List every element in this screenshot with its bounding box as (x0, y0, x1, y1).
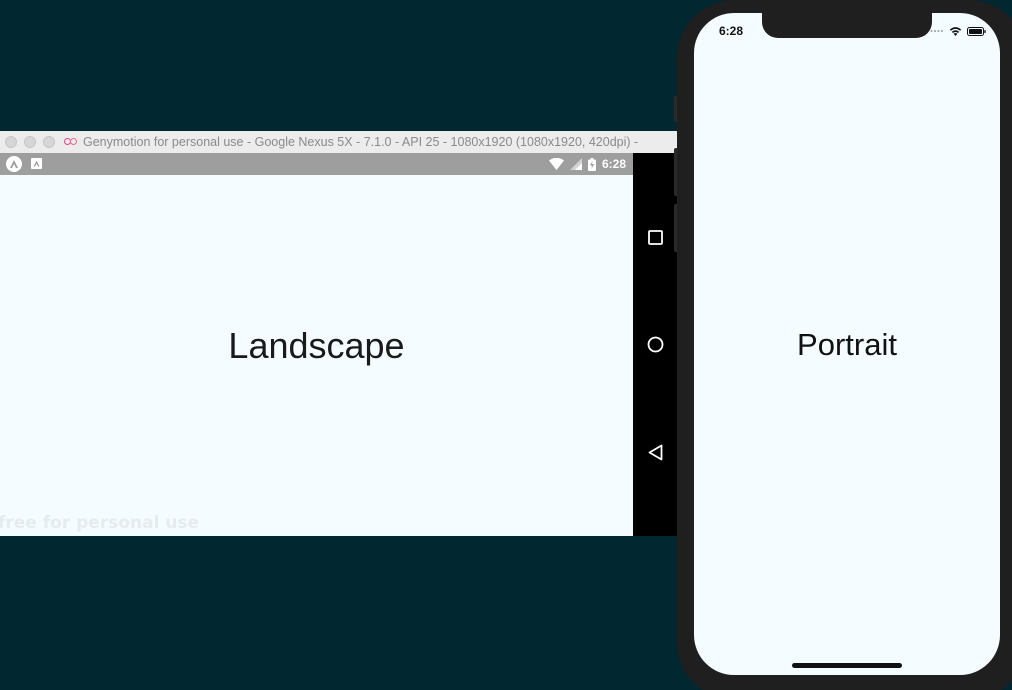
home-button[interactable] (644, 333, 666, 355)
android-status-bar: 6:28 (0, 153, 633, 175)
android-nav-bar (633, 153, 678, 536)
ios-status-time: 6:28 (719, 24, 744, 38)
personal-use-watermark: free for personal use (0, 513, 200, 533)
landscape-text: Landscape (228, 325, 405, 366)
iphone-notch (762, 13, 932, 38)
android-status-time: 6:28 (601, 157, 626, 171)
android-app-screen[interactable]: Landscape free for personal use (0, 175, 633, 536)
wifi-icon (548, 158, 564, 170)
home-icon (647, 336, 663, 352)
signal-dots-icon (930, 30, 943, 32)
genymotion-window: Genymotion for personal use - Google Nex… (0, 131, 678, 536)
genymotion-logo-icon (64, 137, 78, 147)
window-title: Genymotion for personal use - Google Nex… (83, 135, 639, 149)
app-notification-icon (6, 156, 22, 172)
portrait-text: Portrait (797, 327, 897, 362)
battery-charging-icon (587, 157, 596, 171)
notification-a-icon (31, 158, 42, 169)
ios-status-icons (925, 26, 986, 36)
minimize-window-button[interactable] (24, 136, 36, 148)
back-icon (648, 444, 662, 460)
ios-app-screen[interactable]: 6:28 Portrait (694, 13, 1000, 675)
wifi-icon (949, 27, 962, 36)
cell-signal-icon (569, 158, 582, 170)
desktop: Genymotion for personal use - Google Nex… (0, 0, 1012, 690)
recents-icon (647, 229, 663, 245)
battery-icon (967, 26, 986, 36)
home-indicator[interactable] (792, 663, 902, 668)
window-titlebar[interactable]: Genymotion for personal use - Google Nex… (0, 131, 678, 153)
recents-button[interactable] (644, 226, 666, 248)
zoom-window-button[interactable] (43, 136, 55, 148)
close-window-button[interactable] (5, 136, 17, 148)
back-button[interactable] (644, 441, 666, 463)
